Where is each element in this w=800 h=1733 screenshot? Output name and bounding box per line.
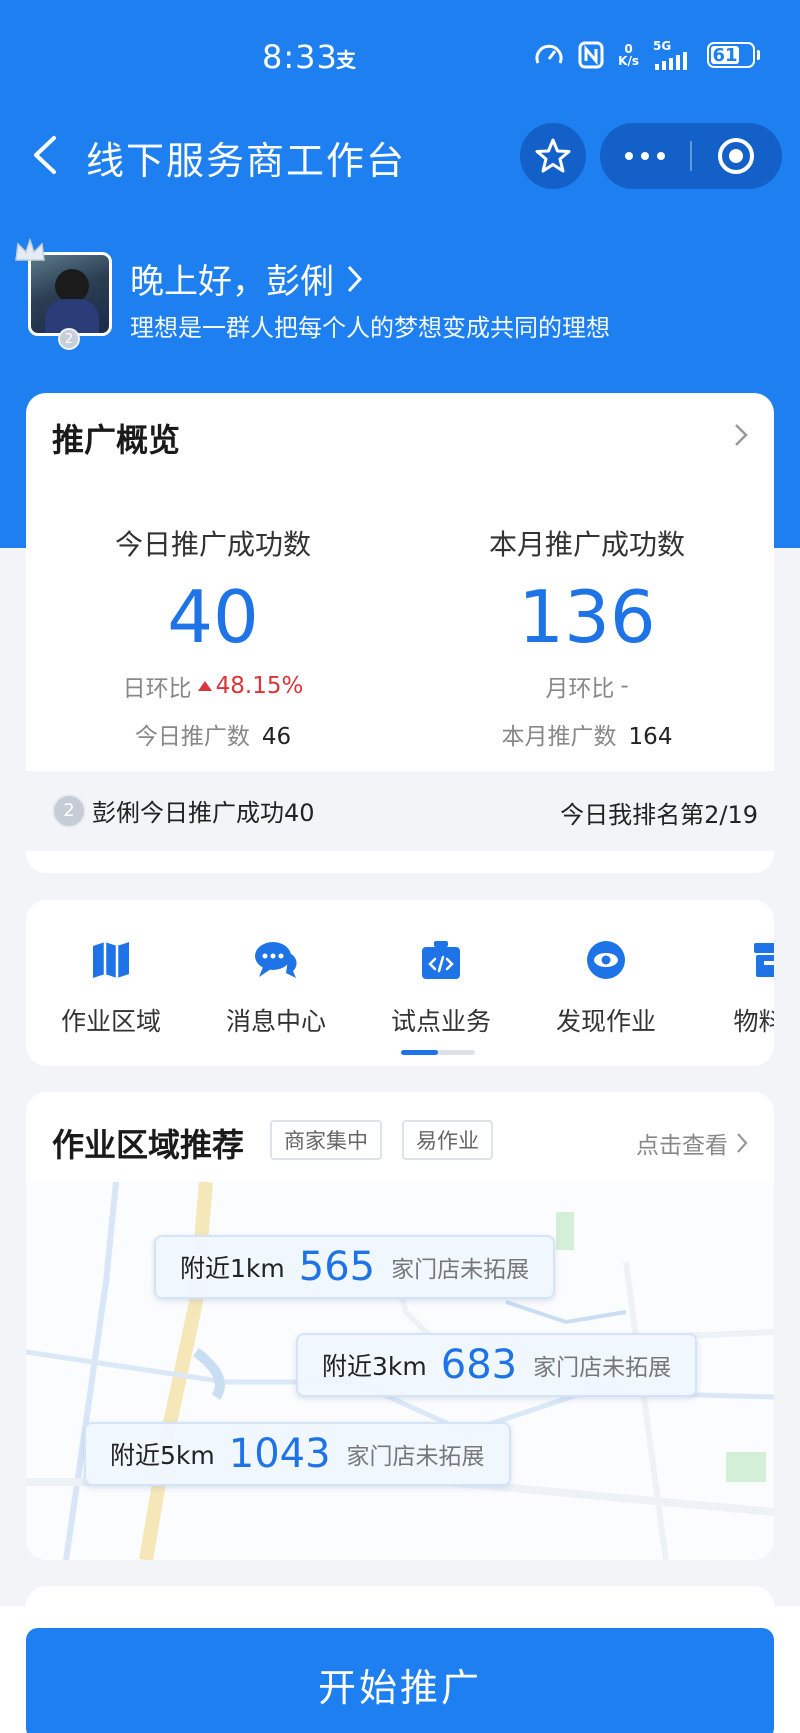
overview-card: 推广概览 今日推广成功数 40 日环比 48.15% 今日推广数 46 本月推广成…	[26, 393, 774, 873]
today-compare-value: 48.15%	[215, 673, 304, 699]
pill-distance: 附近5km	[110, 1441, 215, 1470]
rank-badge: 2	[52, 793, 86, 828]
nav-item-pilot-business[interactable]: 试点业务	[356, 936, 526, 1038]
title-bar: 线下服务商工作台	[0, 120, 800, 190]
nav-item-discover[interactable]: 发现作业	[521, 936, 691, 1038]
back-arrow-icon[interactable]	[26, 132, 66, 178]
nav-label: 消息中心	[225, 1007, 326, 1036]
nav-label: 物料中	[733, 1007, 774, 1036]
pill-count: 683	[440, 1342, 518, 1388]
today-count-value: 46	[261, 724, 292, 750]
rank-bar: 2 彭俐今日推广成功40 今日我排名第2/19	[26, 771, 774, 851]
battery-level: 61	[711, 44, 739, 66]
battery-icon: 61	[707, 42, 760, 68]
network-type: 5G	[653, 39, 672, 53]
area-title: 作业区域推荐	[52, 1126, 245, 1164]
speedometer-icon	[534, 41, 564, 69]
status-time: 8:33	[262, 38, 338, 76]
alipay-status-icon: 支	[336, 48, 356, 72]
month-stats: 本月推广成功数 136 月环比 - 本月推广数 164	[400, 523, 774, 751]
nav-scroll-indicator	[401, 1050, 475, 1055]
miniapp-capsule	[600, 123, 782, 189]
month-label: 本月推广成功数	[488, 528, 685, 561]
net-speed-unit: K/s	[618, 54, 639, 68]
more-button[interactable]	[600, 123, 690, 189]
pill-count: 1043	[228, 1431, 331, 1477]
overview-title: 推广概览	[52, 421, 181, 459]
pill-desc: 家门店未拓展	[346, 1444, 485, 1470]
book-map-icon	[26, 936, 196, 984]
today-stats: 今日推广成功数 40 日环比 48.15% 今日推广数 46	[26, 523, 400, 751]
code-box-icon	[356, 936, 526, 984]
motto: 理想是一群人把每个人的梦想变成共同的理想	[130, 314, 610, 342]
area-view-more[interactable]: 点击查看	[636, 1126, 748, 1160]
today-compare: 日环比 48.15%	[26, 669, 400, 703]
month-count-label: 本月推广数	[501, 724, 617, 750]
greeting[interactable]: 晚上好，彭俐	[130, 254, 364, 303]
pill-desc: 家门店未拓展	[391, 1257, 530, 1283]
nearby-3km-pill[interactable]: 附近3km 683 家门店未拓展	[296, 1333, 698, 1397]
area-more-label: 点击查看	[636, 1133, 728, 1159]
nfc-icon	[578, 41, 604, 69]
chevron-right-icon[interactable]	[734, 423, 748, 447]
status-icons: 0 K/s 5G 61	[534, 40, 760, 70]
target-circle-icon	[718, 138, 754, 174]
today-compare-up: 48.15%	[197, 673, 304, 699]
today-label: 今日推广成功数	[114, 528, 311, 561]
nav-item-work-area[interactable]: 作业区域	[26, 936, 196, 1038]
close-miniapp-button[interactable]	[692, 123, 780, 189]
chevron-right-icon	[347, 265, 363, 292]
bottom-action-bar: 开始推广	[0, 1606, 800, 1733]
signal-icon: 5G	[653, 40, 693, 70]
rank-message: 2 彭俐今日推广成功40	[52, 793, 315, 828]
month-value: 136	[518, 575, 656, 659]
nav-item-messages[interactable]: 消息中心	[191, 936, 361, 1038]
user-profile-row[interactable]: 2 晚上好，彭俐 理想是一群人把每个人的梦想变成共同的理想	[15, 238, 784, 350]
month-count-value: 164	[628, 724, 673, 750]
chevron-right-icon	[737, 1133, 748, 1153]
eye-icon	[521, 936, 691, 984]
materials-icon	[686, 936, 774, 984]
greeting-text: 晚上好，彭俐	[130, 262, 334, 302]
nav-label: 作业区域	[60, 1007, 161, 1036]
today-compare-label: 日环比	[122, 676, 192, 702]
today-count-label: 今日推广数	[134, 724, 250, 750]
month-count: 本月推广数 164	[400, 717, 774, 751]
pill-desc: 家门店未拓展	[533, 1355, 672, 1381]
status-bar: 8:33 支 0 K/s 5G 61	[0, 30, 800, 86]
nearby-1km-pill[interactable]: 附近1km 565 家门店未拓展	[154, 1235, 556, 1299]
nav-card: 作业区域 消息中心 试点业务 发现作业 物料中	[26, 900, 774, 1066]
arrow-up-icon	[197, 681, 212, 691]
avatar-wrapper[interactable]: 2	[15, 238, 112, 350]
star-icon	[535, 138, 571, 173]
avatar	[28, 252, 112, 336]
area-recommend-card: 作业区域推荐 商家集中 易作业 点击查看 附近1km 565 家门店未拓展 附近…	[26, 1092, 774, 1560]
rank-text: 彭俐今日推广成功40	[92, 799, 315, 827]
favorite-star-button[interactable]	[520, 123, 586, 189]
start-promotion-button[interactable]: 开始推广	[26, 1628, 774, 1733]
level-badge: 2	[58, 328, 80, 350]
pill-distance: 附近1km	[180, 1254, 285, 1283]
ellipsis-icon	[625, 152, 665, 160]
net-speed: 0 K/s	[618, 43, 639, 67]
today-count: 今日推广数 46	[26, 717, 400, 751]
nav-item-materials[interactable]: 物料中	[686, 936, 774, 1038]
rank-position: 今日我排名第2/19	[560, 801, 758, 829]
crown-icon	[15, 238, 45, 261]
pill-distance: 附近3km	[322, 1352, 427, 1381]
month-compare: 月环比 -	[400, 669, 774, 703]
month-compare-value: -	[620, 673, 629, 699]
tag-easy-work: 易作业	[402, 1120, 493, 1160]
tag-merchant-dense: 商家集中	[270, 1120, 382, 1160]
chat-bubbles-icon	[191, 936, 361, 984]
page-title: 线下服务商工作台	[86, 139, 407, 183]
nav-label: 试点业务	[390, 1007, 491, 1036]
pill-count: 565	[298, 1244, 376, 1290]
nav-scroll-thumb	[401, 1050, 438, 1055]
month-compare-label: 月环比	[545, 676, 615, 702]
nav-label: 发现作业	[555, 1007, 656, 1036]
nearby-5km-pill[interactable]: 附近5km 1043 家门店未拓展	[84, 1422, 511, 1486]
today-value: 40	[167, 575, 259, 659]
